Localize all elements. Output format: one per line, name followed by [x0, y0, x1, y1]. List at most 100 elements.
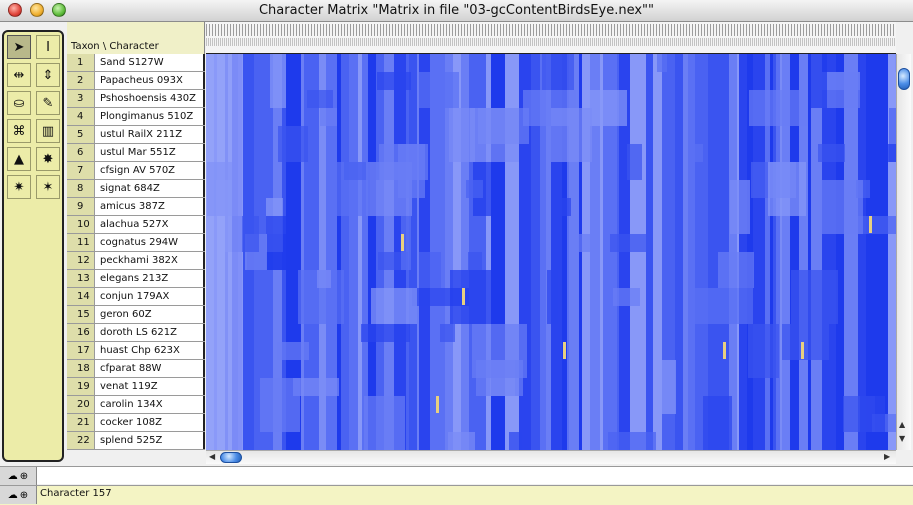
- taxon-row[interactable]: 12 peckhami 382X: [67, 252, 205, 270]
- wand-alt-tool-icon[interactable]: ✶: [36, 175, 60, 199]
- taxon-row[interactable]: 4 Plongimanus 510Z: [67, 108, 205, 126]
- taxon-row[interactable]: 16 doroth LS 621Z: [67, 324, 205, 342]
- matrix-column-band: [675, 54, 683, 450]
- matrix-cell-block: [657, 54, 667, 72]
- matrix-cell-block: [361, 324, 410, 342]
- pyramid-tool-icon[interactable]: ▲: [7, 147, 31, 171]
- taxon-row[interactable]: 19 venat 119Z: [67, 378, 205, 396]
- taxon-row[interactable]: 20 carolin 134X: [67, 396, 205, 414]
- taxon-row[interactable]: 5 ustul RailX 211Z: [67, 126, 205, 144]
- taxon-number: 1: [67, 54, 95, 71]
- taxon-row[interactable]: 10 alachua 527X: [67, 216, 205, 234]
- character-column-header[interactable]: [206, 22, 896, 54]
- horizontal-scrollbar[interactable]: ◀ ▶: [206, 450, 896, 464]
- taxon-row[interactable]: 1 Sand S127W: [67, 54, 205, 72]
- annotation-toggle[interactable]: ☁ ⊕: [0, 467, 37, 485]
- vertical-scrollbar[interactable]: ▲ ▼: [896, 54, 911, 450]
- column-adjust-tool-icon[interactable]: ⇹: [7, 63, 31, 87]
- taxon-name: cfparat 88W: [100, 363, 162, 374]
- scroll-right-arrow-icon[interactable]: ▶: [884, 452, 890, 461]
- taxon-row[interactable]: 3 Pshoshoensis 430Z: [67, 90, 205, 108]
- matrix-column-band: [879, 54, 888, 450]
- tool-palette: ➤ I ⇹ ⇕ ⛀ ✎ ⌘ ▥ ▲ ✸ ✷ ✶: [2, 30, 64, 462]
- taxon-name: Sand S127W: [100, 57, 164, 68]
- taxon-number: 5: [67, 126, 95, 143]
- status-toggle[interactable]: ☁ ⊕: [0, 486, 37, 504]
- dropper-tool-icon[interactable]: ✎: [36, 91, 60, 115]
- scroll-down-arrow-icon[interactable]: ▼: [899, 434, 905, 443]
- annotation-bar[interactable]: ☁ ⊕: [0, 466, 913, 485]
- vertical-scroll-thumb[interactable]: [898, 68, 910, 90]
- matrix-column-band: [206, 54, 232, 450]
- select-tool-icon[interactable]: ⌘: [7, 119, 31, 143]
- taxon-name: venat 119Z: [100, 381, 158, 392]
- matrix-cell-block: [820, 180, 863, 234]
- arrow-tool-icon[interactable]: ➤: [7, 35, 31, 59]
- matrix-column-band: [695, 54, 708, 450]
- taxon-name: Papacheus 093X: [100, 75, 183, 86]
- horizontal-scroll-thumb[interactable]: [220, 452, 242, 463]
- matrix-heatmap[interactable]: [206, 54, 896, 450]
- taxon-name: peckhami 382X: [100, 255, 178, 266]
- matrix-cell-block: [703, 396, 732, 450]
- taxon-name: huast Chp 623X: [100, 345, 180, 356]
- column-width-tool-icon[interactable]: ▥: [36, 119, 60, 143]
- taxon-row[interactable]: 15 geron 60Z: [67, 306, 205, 324]
- matrix-column-band: [822, 54, 836, 450]
- scroll-left-arrow-icon[interactable]: ◀: [209, 452, 215, 461]
- matrix-column-band: [688, 54, 690, 450]
- matrix-cell-block: [260, 378, 300, 432]
- matrix-cell-block: [589, 90, 627, 126]
- matrix-cell-block: [419, 252, 441, 288]
- taxon-row[interactable]: 6 ustul Mar 551Z: [67, 144, 205, 162]
- taxon-row[interactable]: 17 huast Chp 623X: [67, 342, 205, 360]
- matrix-column-band: [811, 54, 822, 450]
- taxon-number: 19: [67, 378, 95, 395]
- taxon-name: alachua 527X: [100, 219, 169, 230]
- matrix-cell-block: [610, 234, 653, 252]
- add-icon: ⊕: [19, 470, 29, 482]
- matrix-cell-block: [377, 72, 411, 90]
- taxon-row[interactable]: 22 splend 525Z: [67, 432, 205, 450]
- matrix-column-band: [866, 54, 879, 450]
- title-bar: Character Matrix "Matrix in file "03-gcC…: [0, 0, 913, 22]
- matrix-cells[interactable]: [206, 54, 896, 450]
- taxon-row[interactable]: 2 Papacheus 093X: [67, 72, 205, 90]
- scroll-up-arrow-icon[interactable]: ▲: [899, 420, 905, 429]
- matrix-cell-block: [307, 90, 333, 108]
- matrix-column-band: [232, 54, 242, 450]
- matrix-column-band: [844, 54, 858, 450]
- taxon-row[interactable]: 7 cfsign AV 570Z: [67, 162, 205, 180]
- matrix-cell-block: [578, 234, 590, 252]
- matrix-cell-block: [509, 432, 522, 450]
- taxon-name: cognatus 294W: [100, 237, 179, 248]
- taxon-row[interactable]: 9 amicus 387Z: [67, 198, 205, 216]
- taxon-name: carolin 134X: [100, 399, 163, 410]
- taxon-number: 18: [67, 360, 95, 377]
- magic-wand-tool-icon[interactable]: ✸: [36, 147, 60, 171]
- taxon-number: 16: [67, 324, 95, 341]
- matrix-cell-block: [748, 324, 779, 378]
- wand-menu-tool-icon[interactable]: ✷: [7, 175, 31, 199]
- row-adjust-tool-icon[interactable]: ⇕: [36, 63, 60, 87]
- taxon-row[interactable]: 21 cocker 108Z: [67, 414, 205, 432]
- ibeam-tool-icon[interactable]: I: [36, 35, 60, 59]
- matrix-cell-block: [440, 324, 455, 342]
- fill-bucket-tool-icon[interactable]: ⛀: [7, 91, 31, 115]
- taxon-number: 22: [67, 432, 95, 449]
- matrix-cell-block: [608, 432, 656, 450]
- matrix-column-band: [362, 54, 368, 450]
- taxon-row[interactable]: 8 signat 684Z: [67, 180, 205, 198]
- taxon-number: 12: [67, 252, 95, 269]
- taxon-row[interactable]: 11 cognatus 294W: [67, 234, 205, 252]
- taxon-row[interactable]: 14 conjun 179AX: [67, 288, 205, 306]
- matrix-column-band: [341, 54, 349, 450]
- matrix-column-band: [708, 54, 712, 450]
- taxon-row[interactable]: 13 elegans 213Z: [67, 270, 205, 288]
- matrix-cell-block: [278, 126, 308, 162]
- taxon-row[interactable]: 18 cfparat 88W: [67, 360, 205, 378]
- matrix-cell-block: [860, 396, 885, 432]
- matrix-highlight-cell: [869, 216, 872, 233]
- matrix-column-band: [808, 54, 811, 450]
- matrix-cell-block: [613, 288, 640, 306]
